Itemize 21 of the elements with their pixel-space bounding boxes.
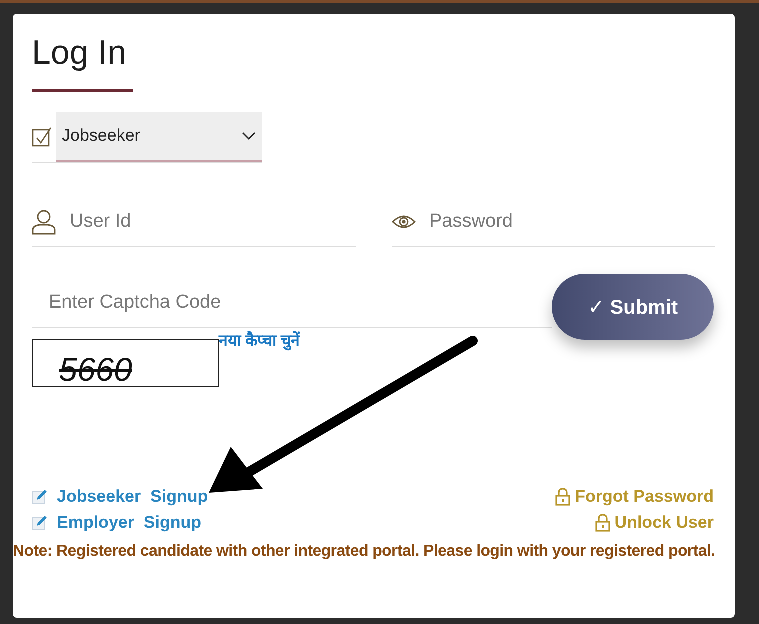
user-type-dropdown[interactable]: Jobseeker	[56, 112, 262, 162]
signup-link[interactable]: Jobseeker Signup	[32, 487, 208, 507]
lock-icon	[594, 514, 611, 532]
pencil-icon	[32, 515, 48, 531]
chevron-down-icon	[242, 132, 256, 140]
refresh-captcha-link[interactable]: नया कैप्चा चुनें	[219, 329, 300, 351]
lock-icon	[555, 488, 572, 506]
submit-button[interactable]: ✓ Submit	[552, 274, 714, 340]
captcha-field[interactable]: Enter Captcha Code	[47, 291, 552, 315]
signup-link[interactable]: Employer Signup	[32, 513, 208, 533]
user-icon	[32, 208, 56, 234]
pencil-icon	[32, 489, 48, 505]
page-title: Log In	[32, 34, 127, 73]
captcha-image: 5660	[32, 339, 219, 387]
account-link[interactable]: Unlock User	[594, 513, 714, 533]
password-field[interactable]: Password	[428, 210, 715, 234]
eye-icon	[392, 214, 416, 230]
note-text: Note: Registered candidate with other integrated portal. Please login with your registered portal.	[13, 542, 716, 562]
account-link[interactable]: Forgot Password	[555, 487, 714, 507]
user-id-field[interactable]: User Id	[68, 210, 356, 234]
checkbox-icon	[32, 126, 54, 148]
